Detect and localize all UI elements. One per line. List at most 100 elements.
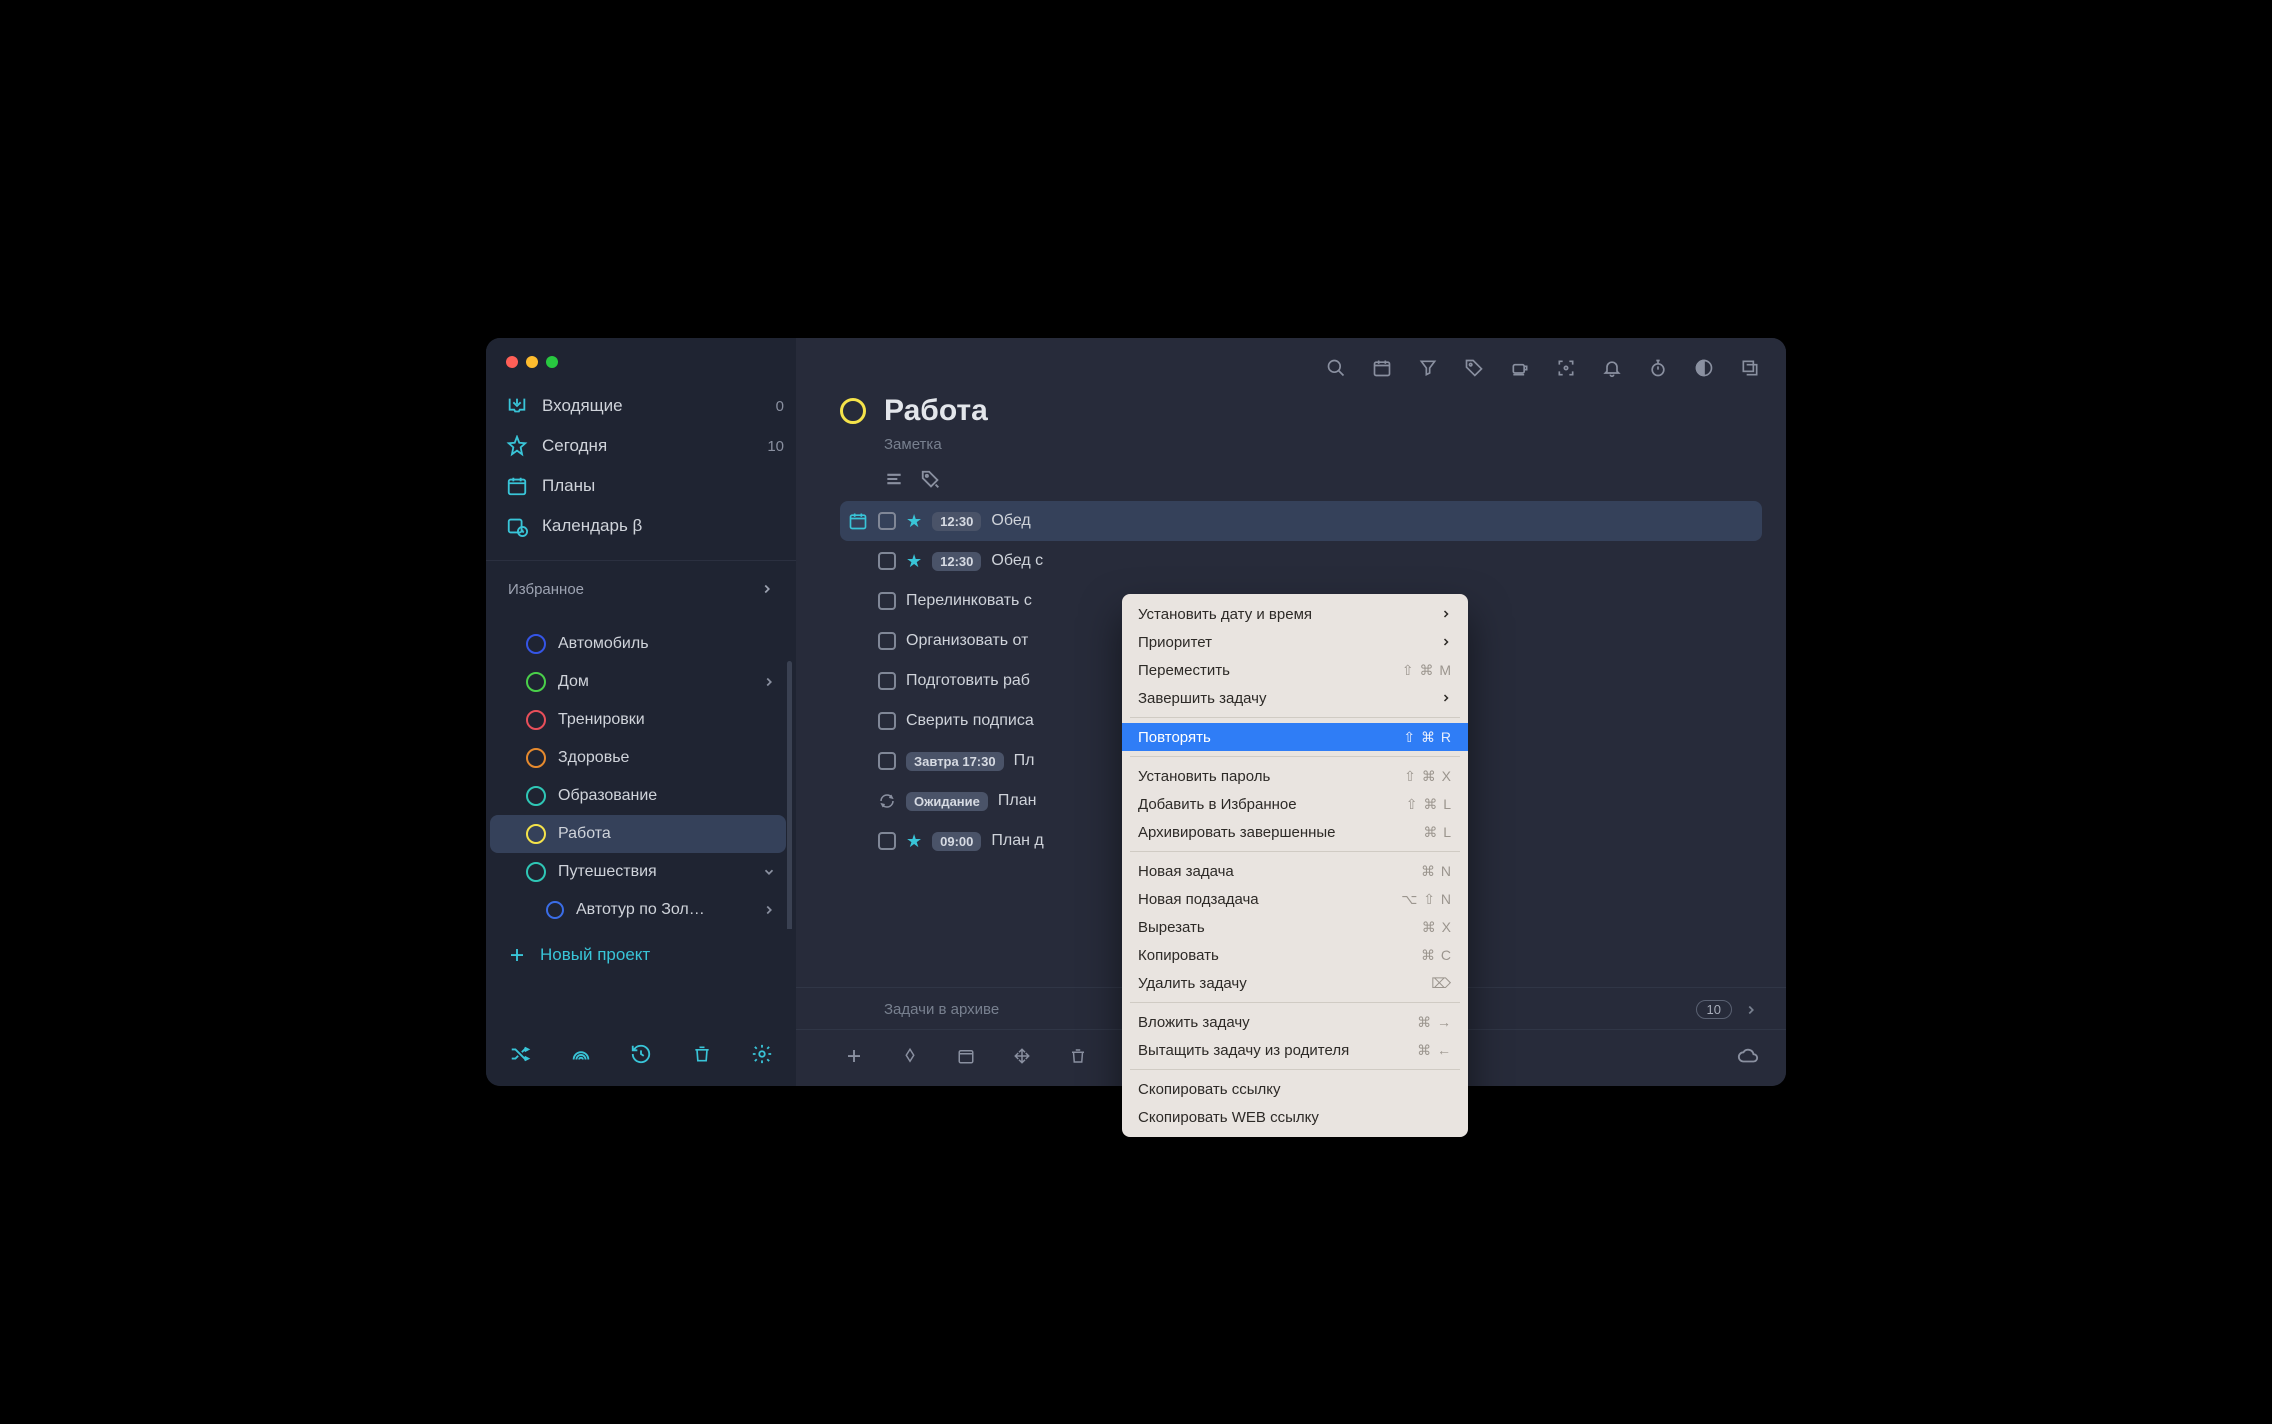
sidebar-project[interactable]: Здоровье: [490, 739, 786, 777]
add-icon[interactable]: [840, 1042, 868, 1070]
menu-item[interactable]: Скопировать WEB ссылку: [1122, 1103, 1468, 1131]
checkbox[interactable]: [878, 632, 896, 650]
maximize-window[interactable]: [546, 356, 558, 368]
close-window[interactable]: [506, 356, 518, 368]
checkbox[interactable]: [878, 512, 896, 530]
chevron-right-icon[interactable]: [762, 903, 776, 917]
menu-item[interactable]: Архивировать завершенные⌘ L: [1122, 818, 1468, 846]
chevron-right-icon: [1440, 608, 1452, 620]
menu-item[interactable]: Приоритет: [1122, 628, 1468, 656]
menu-item[interactable]: Переместить ⇧ ⌘ M: [1122, 656, 1468, 684]
focus-icon[interactable]: [1554, 356, 1578, 380]
checkbox[interactable]: [878, 592, 896, 610]
minimize-window[interactable]: [526, 356, 538, 368]
new-project-button[interactable]: Новый проект: [486, 929, 796, 981]
nav-today[interactable]: Сегодня 10: [506, 426, 784, 466]
sidebar-project[interactable]: Тренировки: [490, 701, 786, 739]
list-icon[interactable]: [884, 469, 904, 491]
shuffle-icon[interactable]: [506, 1040, 534, 1068]
scrollbar[interactable]: [787, 661, 792, 929]
trash-icon[interactable]: [688, 1040, 716, 1068]
menu-shortcut: ⇧ ⌘ M: [1402, 662, 1452, 679]
nav-calendar[interactable]: Календарь β: [506, 506, 784, 546]
menu-separator: [1130, 756, 1460, 757]
menu-label: Завершить задачу: [1138, 690, 1266, 707]
project-ring-icon: [526, 634, 546, 654]
checkbox[interactable]: [878, 672, 896, 690]
date-icon[interactable]: [952, 1042, 980, 1070]
nav-label: Планы: [542, 476, 595, 496]
chevron-right-icon: [1440, 636, 1452, 648]
windows-icon[interactable]: [1738, 356, 1762, 380]
menu-shortcut: ⌘ L: [1423, 824, 1452, 841]
menu-item[interactable]: Новая подзадача⌥ ⇧ N: [1122, 885, 1468, 913]
menu-label: Приоритет: [1138, 634, 1212, 651]
tag-search-icon[interactable]: [920, 469, 942, 491]
menu-item[interactable]: Добавить в Избранное⇧ ⌘ L: [1122, 790, 1468, 818]
note-placeholder[interactable]: Заметка: [796, 428, 1786, 453]
context-menu[interactable]: Установить дату и время Приоритет Перемест…: [1122, 594, 1468, 1137]
project-label: Работа: [558, 825, 611, 843]
menu-shortcut: ⌘ →: [1417, 1014, 1452, 1031]
checkbox[interactable]: [878, 712, 896, 730]
plus-icon: [508, 946, 526, 964]
history-icon[interactable]: [627, 1040, 655, 1068]
sidebar-project[interactable]: Работа: [490, 815, 786, 853]
favorites-section: Избранное: [486, 560, 796, 617]
task-row[interactable]: ★12:30Обед с: [840, 541, 1762, 581]
stopwatch-icon[interactable]: [1646, 356, 1670, 380]
task-title: Сверить подписа: [906, 712, 1034, 730]
nav-label: Входящие: [542, 396, 623, 416]
calendar-icon[interactable]: [1370, 356, 1394, 380]
menu-item[interactable]: Скопировать ссылку: [1122, 1075, 1468, 1103]
checkbox[interactable]: [878, 752, 896, 770]
bell-icon[interactable]: [1600, 356, 1624, 380]
move-icon[interactable]: [1008, 1042, 1036, 1070]
priority-icon[interactable]: [896, 1042, 924, 1070]
rainbow-icon[interactable]: [567, 1040, 595, 1068]
tag-icon[interactable]: [1462, 356, 1486, 380]
coffee-icon[interactable]: [1508, 356, 1532, 380]
archive-count: 10: [1696, 1000, 1732, 1019]
menu-label: Вытащить задачу из родителя: [1138, 1042, 1349, 1059]
menu-item[interactable]: Вырезать⌘ X: [1122, 913, 1468, 941]
project-color-icon: [840, 398, 866, 424]
project-label: Тренировки: [558, 711, 645, 729]
repeat-icon: [878, 792, 896, 810]
checkbox[interactable]: [878, 552, 896, 570]
menu-item[interactable]: Установить дату и время: [1122, 600, 1468, 628]
archive-icon[interactable]: [1064, 1042, 1092, 1070]
gear-icon[interactable]: [748, 1040, 776, 1068]
menu-label: Удалить задачу: [1138, 975, 1247, 992]
chevron-right-icon[interactable]: [762, 675, 776, 689]
menu-item[interactable]: Вложить задачу⌘ →: [1122, 1008, 1468, 1036]
cloud-sync-icon[interactable]: [1734, 1042, 1762, 1070]
menu-label: Переместить: [1138, 662, 1230, 679]
task-title: Перелинковать с: [906, 592, 1032, 610]
section-header[interactable]: Избранное: [508, 575, 774, 603]
menu-item[interactable]: Вытащить задачу из родителя⌘ ←: [1122, 1036, 1468, 1064]
menu-item[interactable]: Установить пароль⇧ ⌘ X: [1122, 762, 1468, 790]
nav-plans[interactable]: Планы: [506, 466, 784, 506]
menu-item[interactable]: Повторять⇧ ⌘ R: [1122, 723, 1468, 751]
sidebar-project[interactable]: Дом: [490, 663, 786, 701]
contrast-icon[interactable]: [1692, 356, 1716, 380]
sidebar-project[interactable]: Путешествия: [490, 853, 786, 891]
chevron-down-icon[interactable]: [762, 865, 776, 879]
menu-item[interactable]: Удалить задачу⌦: [1122, 969, 1468, 997]
menu-item[interactable]: Новая задача⌘ N: [1122, 857, 1468, 885]
sidebar-project[interactable]: Автотур по Зол…: [490, 891, 786, 929]
menu-separator: [1130, 717, 1460, 718]
menu-label: Добавить в Избранное: [1138, 796, 1297, 813]
checkbox[interactable]: [878, 832, 896, 850]
chevron-right-icon: [1440, 692, 1452, 704]
menu-item[interactable]: Копировать⌘ C: [1122, 941, 1468, 969]
filter-icon[interactable]: [1416, 356, 1440, 380]
time-badge: 12:30: [932, 552, 981, 571]
menu-item[interactable]: Завершить задачу: [1122, 684, 1468, 712]
sidebar-project[interactable]: Образование: [490, 777, 786, 815]
sidebar-project[interactable]: Автомобиль: [490, 625, 786, 663]
nav-inbox[interactable]: Входящие 0: [506, 386, 784, 426]
task-row[interactable]: ★12:30Обед: [840, 501, 1762, 541]
search-icon[interactable]: [1324, 356, 1348, 380]
